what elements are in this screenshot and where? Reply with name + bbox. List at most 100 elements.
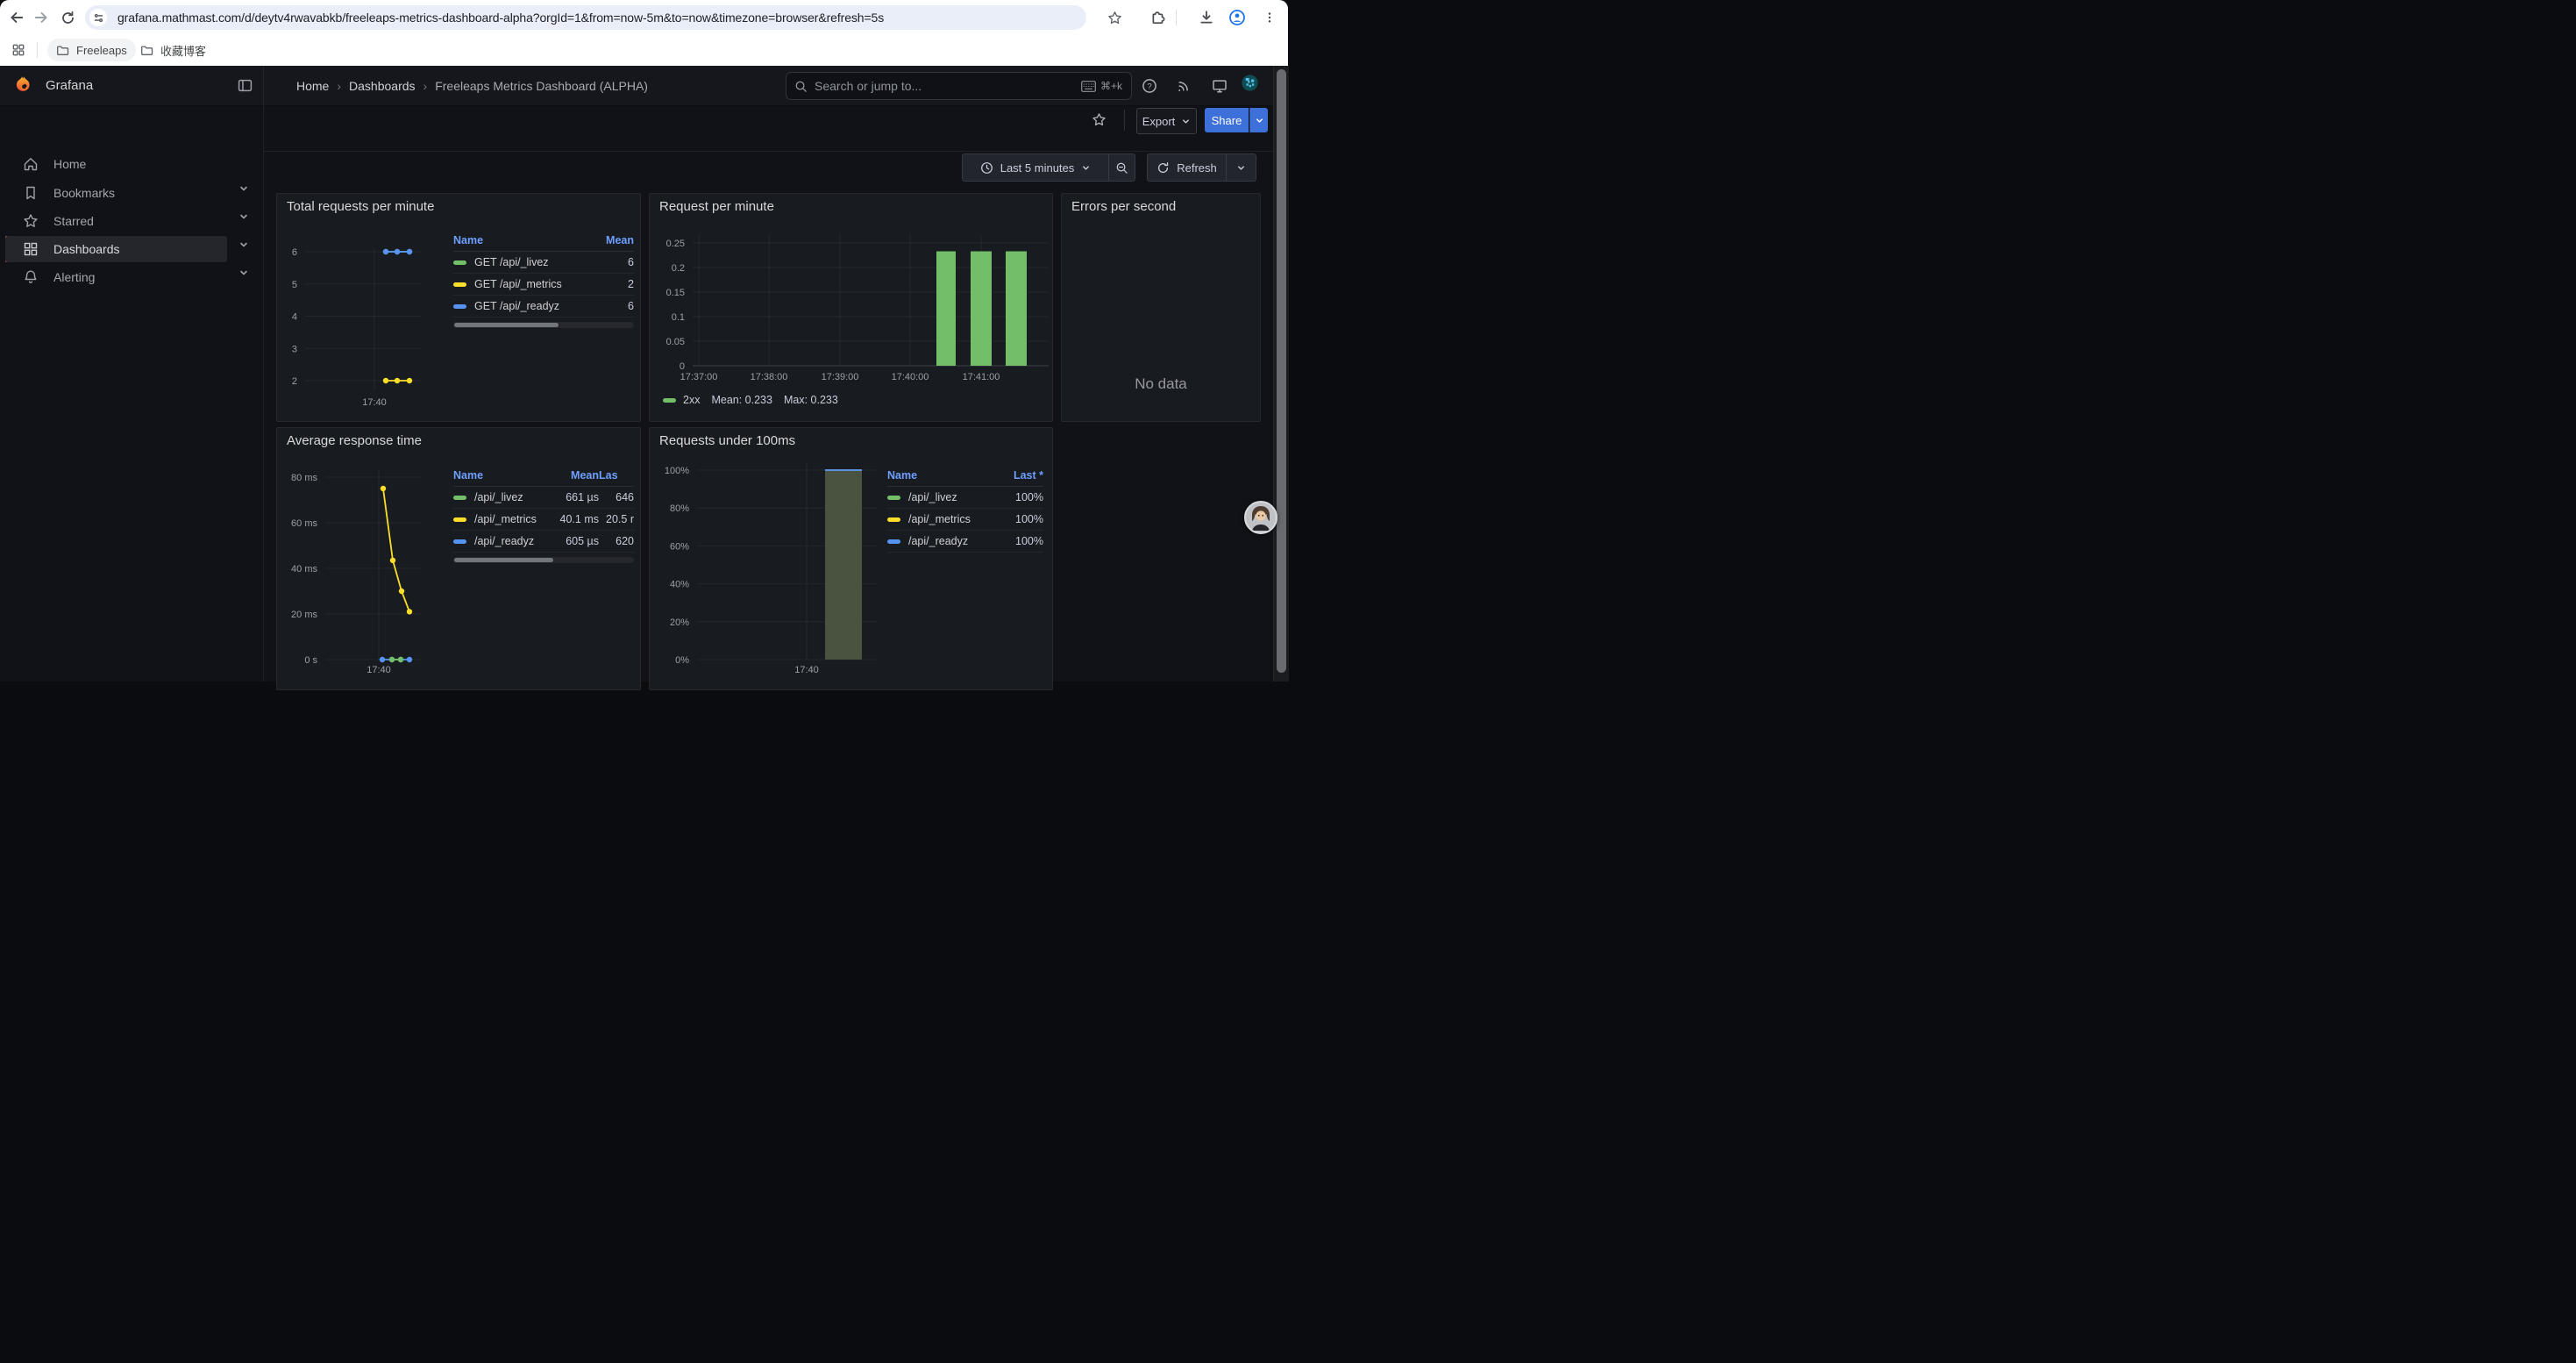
legend-col-header[interactable]: Last *	[996, 469, 1043, 482]
sidebar-item-label: Starred	[53, 214, 94, 228]
legend-col-header[interactable]: Name	[887, 469, 996, 482]
page-scrollbar[interactable]	[1273, 66, 1289, 682]
grafana-header: Grafana Home › Dashboards › Freeleaps Me…	[0, 66, 1288, 106]
legend-col-header[interactable]: Mean	[594, 234, 634, 246]
bookmark-star-button[interactable]	[1105, 8, 1124, 27]
panel-title[interactable]: Total requests per minute	[287, 199, 434, 214]
sidebar-expand-dashboards[interactable]	[238, 239, 253, 253]
grafana-logo[interactable]	[14, 75, 34, 96]
sidebar-item-home[interactable]: Home	[5, 151, 227, 177]
zoom-out-button[interactable]	[1109, 154, 1135, 181]
series-name: /api/_metrics	[908, 513, 996, 525]
sidebar-toggle-button[interactable]	[238, 78, 253, 93]
refresh-button[interactable]: Refresh	[1148, 154, 1226, 181]
favorite-dashboard-button[interactable]	[1092, 112, 1107, 127]
time-range-picker[interactable]: Last 5 minutes	[963, 154, 1108, 181]
sidebar-item-label: Home	[53, 157, 86, 171]
legend-col-header[interactable]: Mean	[550, 469, 599, 482]
legend-row[interactable]: /api/_readyz100%	[887, 531, 1043, 553]
share-button[interactable]: Share	[1205, 108, 1249, 132]
browser-reload-button[interactable]	[58, 8, 77, 27]
panel-title[interactable]: Errors per second	[1071, 199, 1176, 214]
series-mean: Mean: 0.233	[711, 394, 772, 406]
site-info-button[interactable]	[89, 9, 107, 26]
time-range-label: Last 5 minutes	[1000, 161, 1075, 175]
series-color-pill	[453, 539, 466, 544]
url-input[interactable]: grafana.mathmast.com/d/deytv4rwavabkb/fr…	[117, 11, 884, 25]
legend-row[interactable]: /api/_livez661 µs646	[453, 487, 634, 509]
panel-title[interactable]: Requests under 100ms	[659, 433, 795, 448]
sidebar-item-label: Bookmarks	[53, 186, 115, 200]
bookmark-folder-blogs[interactable]: 收藏博客	[132, 39, 215, 61]
breadcrumb-home[interactable]: Home	[296, 79, 329, 93]
panel-title[interactable]: Average response time	[287, 433, 422, 448]
sidebar-expand-starred[interactable]	[238, 211, 253, 225]
no-data-message: No data	[1062, 375, 1260, 393]
share-menu-button[interactable]	[1249, 108, 1268, 132]
legend-row[interactable]: /api/_metrics100%	[887, 509, 1043, 531]
star-icon	[1108, 11, 1120, 23]
chevron-down-icon	[238, 211, 249, 222]
sidebar-item-alerting[interactable]: Alerting	[5, 264, 227, 290]
legend-scrollbar-thumb[interactable]	[454, 323, 559, 327]
display-button[interactable]	[1211, 77, 1228, 94]
assistant-avatar-widget[interactable]	[1244, 501, 1277, 534]
user-avatar[interactable]	[1242, 75, 1258, 91]
keyboard-icon	[1081, 81, 1096, 92]
star-outline-icon	[1092, 112, 1107, 127]
legend-scrollbar[interactable]	[453, 557, 634, 563]
legend-row[interactable]: GET /api/_livez6	[453, 252, 634, 274]
export-button[interactable]: Export	[1136, 108, 1197, 134]
breadcrumb-current: Freeleaps Metrics Dashboard (ALPHA)	[435, 79, 648, 93]
breadcrumb-dashboards[interactable]: Dashboards	[349, 79, 416, 93]
sidebar-item-dashboards[interactable]: Dashboards	[5, 236, 227, 262]
panel-request-per-minute: Request per minute	[649, 193, 1053, 422]
legend-col-header[interactable]: Name	[453, 234, 594, 246]
legend-row[interactable]: GET /api/_readyz6	[453, 296, 634, 318]
series-value: 620	[599, 535, 634, 547]
profile-button[interactable]	[1228, 8, 1247, 27]
search-input[interactable]: Search or jump to... ⌘+k	[786, 72, 1132, 100]
series-value: 646	[599, 491, 634, 503]
apps-grid-button[interactable]	[9, 40, 28, 60]
legend-scrollbar-thumb[interactable]	[454, 558, 553, 562]
browser-back-button[interactable]	[7, 8, 26, 27]
brand-title[interactable]: Grafana	[46, 66, 93, 105]
news-button[interactable]	[1176, 77, 1192, 94]
legend-row[interactable]: GET /api/_metrics2	[453, 274, 634, 296]
series-value: 6	[594, 256, 634, 268]
bookmark-folder-freeleaps[interactable]: Freeleaps	[47, 39, 136, 61]
legend-row[interactable]: /api/_livez100%	[887, 487, 1043, 509]
legend-request-per-minute[interactable]: 2xx Mean: 0.233 Max: 0.233	[663, 394, 838, 406]
browser-forward-button[interactable]	[32, 8, 51, 27]
series-name: 2xx	[683, 394, 700, 406]
bookmark-icon	[23, 185, 39, 201]
extensions-button[interactable]	[1149, 8, 1168, 27]
legend-col-header[interactable]: Name	[453, 469, 550, 482]
sidebar-expand-alerting[interactable]	[238, 268, 253, 282]
series-value: 100%	[996, 535, 1043, 547]
sidebar-expand-bookmarks[interactable]	[238, 183, 253, 197]
sidebar-item-bookmarks[interactable]: Bookmarks	[5, 180, 227, 206]
chevron-down-icon	[238, 268, 249, 278]
browser-menu-button[interactable]	[1260, 8, 1279, 27]
chevron-down-icon	[1236, 163, 1246, 173]
monitor-icon	[1212, 78, 1228, 94]
chevron-down-icon	[238, 239, 249, 250]
legend-scrollbar[interactable]	[453, 322, 634, 328]
help-button[interactable]: ?	[1141, 77, 1157, 94]
bookmark-label: 收藏博客	[160, 42, 206, 59]
scrollbar-thumb[interactable]	[1277, 69, 1286, 673]
legend-col-header[interactable]: Las	[599, 469, 634, 482]
refresh-interval-button[interactable]	[1227, 154, 1256, 181]
legend-row[interactable]: /api/_readyz605 µs620	[453, 531, 634, 553]
downloads-button[interactable]	[1197, 8, 1216, 27]
url-bar[interactable]: grafana.mathmast.com/d/deytv4rwavabkb/fr…	[85, 5, 1086, 30]
panel-title[interactable]: Request per minute	[659, 199, 774, 214]
series-value: 661 µs	[550, 491, 599, 503]
sidebar-item-starred[interactable]: Starred	[5, 208, 227, 234]
chevron-down-icon	[1081, 163, 1091, 173]
legend-row[interactable]: /api/_metrics40.1 ms20.5 r	[453, 509, 634, 531]
series-color-pill	[453, 282, 466, 287]
profile-icon	[1228, 9, 1246, 26]
